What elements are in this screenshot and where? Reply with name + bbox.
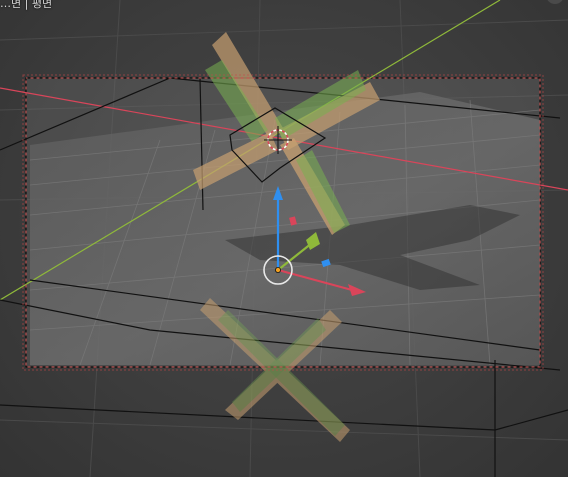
3d-viewport[interactable]: …면 | 평면: [0, 0, 568, 477]
object-origin-icon: [274, 266, 281, 273]
viewport-scene[interactable]: [0, 0, 568, 477]
